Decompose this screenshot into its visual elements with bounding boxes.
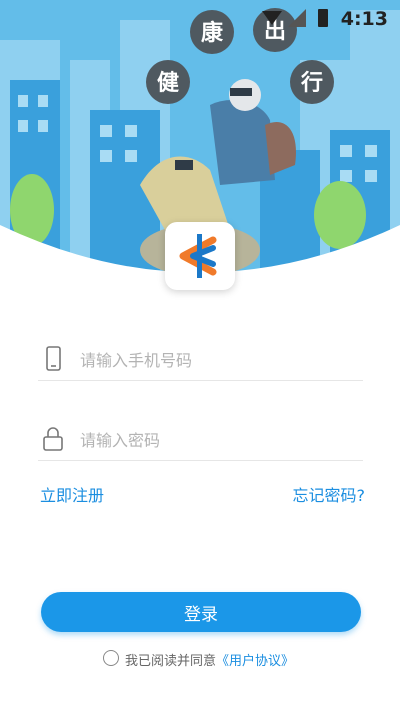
agreement-text: 我已阅读并同意《用户协议》 bbox=[125, 650, 294, 669]
bubble-xing: 行 bbox=[300, 70, 323, 96]
register-link[interactable]: 立即注册 bbox=[40, 482, 104, 506]
agreement-link[interactable]: 《用户协议》 bbox=[216, 654, 294, 669]
agreement-prefix: 我已阅读并同意 bbox=[125, 654, 217, 669]
status-time: 4:13 bbox=[340, 8, 388, 30]
lock-icon bbox=[43, 427, 63, 451]
forgot-password-link[interactable]: 忘记密码? bbox=[293, 482, 366, 506]
login-button[interactable]: 登录 bbox=[41, 592, 361, 632]
status-bar: 4:13 bbox=[0, 0, 400, 36]
wifi-icon bbox=[262, 11, 282, 25]
phone-field[interactable] bbox=[38, 338, 363, 381]
phone-icon bbox=[46, 346, 61, 371]
cell-signal-icon bbox=[288, 9, 306, 27]
signal-icons bbox=[262, 9, 328, 27]
password-input[interactable] bbox=[78, 424, 362, 456]
phone-input[interactable] bbox=[78, 344, 362, 376]
bubble-jian: 健 bbox=[157, 70, 179, 96]
agreement-radio[interactable] bbox=[103, 650, 119, 666]
battery-icon bbox=[318, 9, 328, 27]
password-field[interactable] bbox=[38, 418, 363, 461]
logo-icon bbox=[179, 234, 217, 278]
app-logo bbox=[165, 222, 235, 290]
